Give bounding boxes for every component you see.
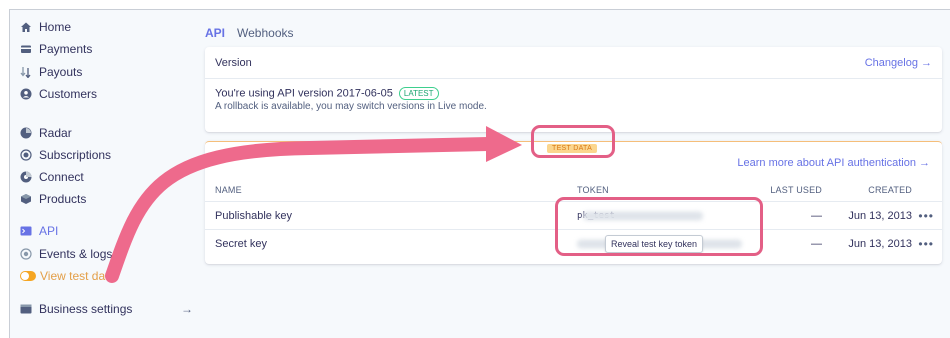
reveal-key-tooltip[interactable]: Reveal test key token xyxy=(605,235,704,253)
api-auth-link[interactable]: Learn more about API authentication → xyxy=(737,157,930,169)
column-created: CREATED xyxy=(868,184,912,195)
sidebar-item-payments[interactable]: Payments xyxy=(20,39,195,59)
last-used-value: — xyxy=(811,238,822,250)
sidebar-item-subscriptions[interactable]: Subscriptions xyxy=(20,145,195,165)
sidebar-item-label: Radar xyxy=(39,126,72,140)
connect-icon xyxy=(20,171,32,183)
sidebar-item-business-settings[interactable]: Business settings → xyxy=(20,299,195,319)
arrow-right-icon: → xyxy=(181,302,193,316)
column-token: TOKEN xyxy=(577,184,609,195)
changelog-link[interactable]: Changelog → xyxy=(865,57,932,69)
version-info: You're using API version 2017-06-05 LATE… xyxy=(205,79,942,121)
products-icon xyxy=(20,193,32,205)
api-keys-card: TEST DATA Learn more about API authentic… xyxy=(205,141,942,264)
sidebar-item-connect[interactable]: Connect xyxy=(20,167,195,187)
sidebar-item-label: Connect xyxy=(39,170,84,184)
latest-badge: LATEST xyxy=(398,87,439,100)
sidebar-item-products[interactable]: Products xyxy=(20,189,195,209)
sidebar-item-label: Customers xyxy=(39,87,98,101)
table-row: Publishable key pk_test — Jun 13, 2013 •… xyxy=(205,202,942,230)
sidebar-item-customers[interactable]: Customers xyxy=(20,84,195,104)
api-tabs: API Webhooks xyxy=(205,26,294,40)
api-terminal-icon xyxy=(20,225,32,237)
view-test-data-toggle[interactable]: View test data xyxy=(20,266,195,286)
column-name: NAME xyxy=(215,184,242,195)
toggle-switch-icon[interactable] xyxy=(20,271,36,281)
sidebar-item-radar[interactable]: Radar xyxy=(20,123,195,143)
dashboard-frame: Home Payments Payouts Customers Radar Su… xyxy=(9,9,950,338)
events-icon xyxy=(20,248,32,260)
created-value: Jun 13, 2013 xyxy=(848,238,912,250)
keys-table-header: NAME TOKEN LAST USED CREATED xyxy=(205,178,942,202)
sidebar-item-label: View test data xyxy=(40,269,116,283)
sidebar: Home Payments Payouts Customers Radar Su… xyxy=(10,10,195,338)
sidebar-item-label: API xyxy=(39,224,59,238)
blurred-token xyxy=(583,211,703,220)
subscriptions-icon xyxy=(20,149,32,161)
business-settings-icon xyxy=(20,303,32,315)
sidebar-item-label: Home xyxy=(39,20,72,34)
sidebar-item-label: Events & logs xyxy=(39,247,113,261)
radar-icon xyxy=(20,127,32,139)
version-header: Version Changelog → xyxy=(205,47,942,79)
sidebar-item-api[interactable]: API xyxy=(20,221,195,241)
sidebar-item-home[interactable]: Home xyxy=(20,17,195,37)
customers-icon xyxy=(20,88,32,100)
column-last-used: LAST USED xyxy=(770,184,822,195)
sidebar-item-events-logs[interactable]: Events & logs xyxy=(20,244,195,264)
key-name: Publishable key xyxy=(215,209,293,222)
sidebar-item-label: Products xyxy=(39,192,87,206)
version-card: Version Changelog → You're using API ver… xyxy=(205,47,942,132)
more-options-icon[interactable]: ••• xyxy=(918,209,934,223)
payouts-icon xyxy=(20,66,32,78)
test-data-badge: TEST DATA xyxy=(547,144,598,153)
table-row: Secret key Reveal test key token — Jun 1… xyxy=(205,230,942,258)
last-used-value: — xyxy=(811,209,822,222)
sidebar-item-label: Business settings xyxy=(39,302,133,316)
rollback-note: A rollback is available, you may switch … xyxy=(215,101,487,113)
sidebar-item-payouts[interactable]: Payouts xyxy=(20,62,195,82)
payments-icon xyxy=(20,43,32,55)
sidebar-item-label: Subscriptions xyxy=(39,148,112,162)
api-version-text: You're using API version 2017-06-05 xyxy=(215,87,393,100)
home-icon xyxy=(20,21,32,33)
version-title: Version xyxy=(215,56,252,69)
tab-webhooks[interactable]: Webhooks xyxy=(237,26,293,40)
sidebar-item-label: Payouts xyxy=(39,65,83,79)
sidebar-item-label: Payments xyxy=(39,42,93,56)
created-value: Jun 13, 2013 xyxy=(848,209,912,222)
key-name: Secret key xyxy=(215,238,267,250)
tab-api[interactable]: API xyxy=(205,26,225,40)
more-options-icon[interactable]: ••• xyxy=(918,237,934,251)
